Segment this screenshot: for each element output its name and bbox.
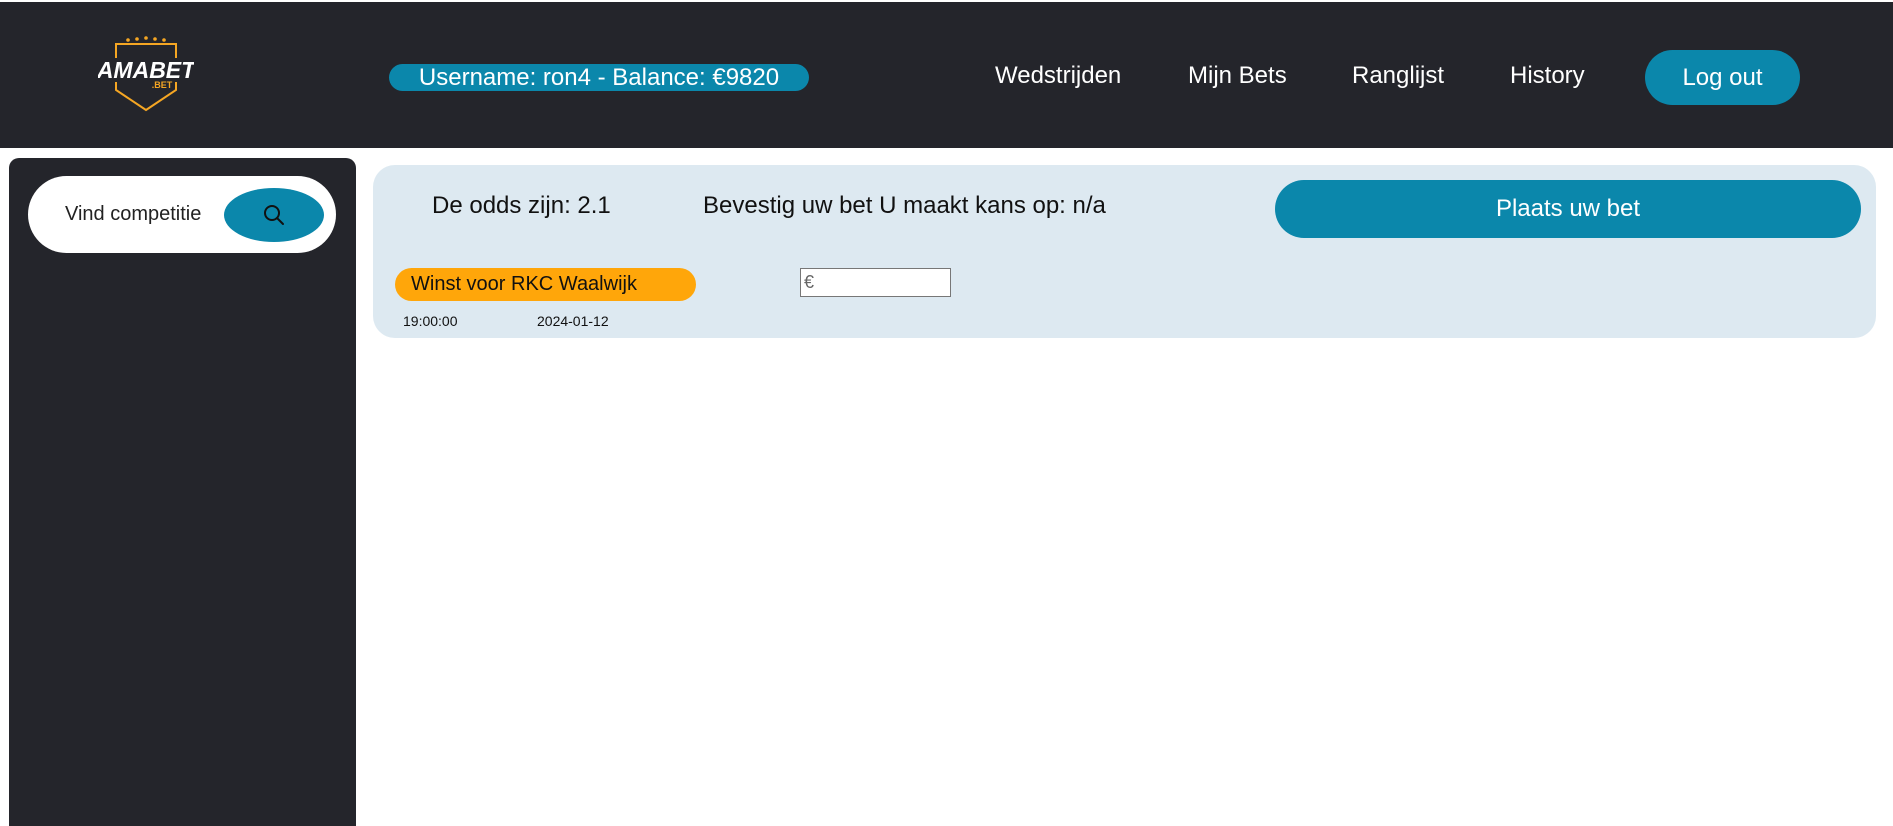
sidebar: Vind competitie [9,158,356,826]
odds-text: De odds zijn: 2.1 [432,192,611,219]
bet-amount-input[interactable] [800,268,951,297]
outcome-selection[interactable]: Winst voor RKC Waalwijk [395,268,696,301]
search-button[interactable] [224,188,324,242]
match-time: 19:00:00 [403,313,458,329]
logout-button[interactable]: Log out [1645,50,1800,105]
amabet-logo[interactable]: AMABET .BET [98,34,194,114]
nav-mijn-bets[interactable]: Mijn Bets [1188,61,1287,91]
confirm-bet-text: Bevestig uw bet U maakt kans op: n/a [703,192,1106,219]
nav-history[interactable]: History [1510,61,1585,91]
nav-wedstrijden[interactable]: Wedstrijden [995,61,1121,91]
competition-search: Vind competitie [28,176,336,253]
search-label: Vind competitie [65,203,202,225]
nav-ranglijst[interactable]: Ranglijst [1352,61,1444,91]
logo-text: AMABET [98,57,194,83]
bet-slip-card: De odds zijn: 2.1 Bevestig uw bet U maak… [373,165,1876,338]
top-navbar: AMABET .BET Username: ron4 - Balance: €9… [0,0,1893,148]
search-icon [264,205,284,225]
logo-subtext: .BET [152,80,173,90]
place-bet-button[interactable]: Plaats uw bet [1275,180,1861,238]
user-balance-badge: Username: ron4 - Balance: €9820 [389,64,809,91]
match-date: 2024-01-12 [537,313,609,329]
